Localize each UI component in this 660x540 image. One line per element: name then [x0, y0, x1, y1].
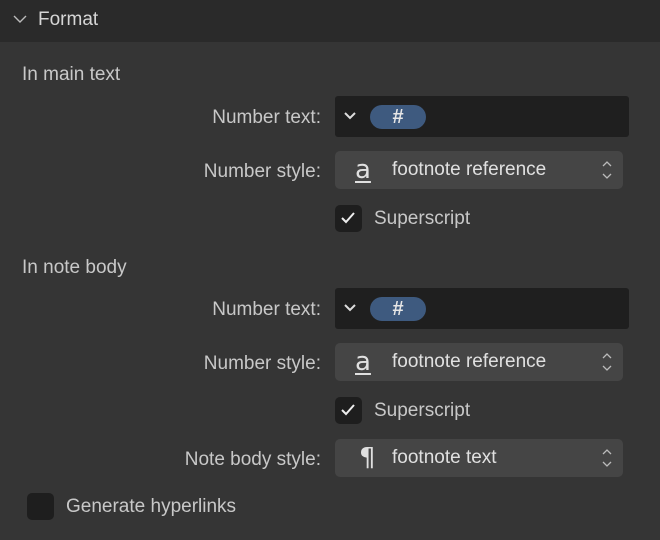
number-text-field[interactable]: # [335, 96, 629, 137]
note-number-style-label: Number style: [203, 353, 321, 374]
note-body-style-popup[interactable]: ¶ footnote text [335, 439, 623, 477]
chevron-down-icon[interactable] [343, 109, 357, 123]
checkmark-icon [341, 404, 355, 416]
main-text-heading: In main text [22, 64, 121, 85]
superscript-checkbox[interactable] [335, 205, 362, 232]
note-number-style-popup[interactable]: a footnote reference [335, 343, 623, 381]
chevron-down-icon[interactable] [13, 12, 27, 26]
number-style-label: Number style: [203, 161, 321, 182]
number-token[interactable]: # [370, 105, 426, 129]
superscript-label: Superscript [374, 208, 471, 229]
number-style-popup[interactable]: a footnote reference [335, 151, 623, 189]
generate-hyperlinks-label: Generate hyperlinks [66, 496, 237, 517]
number-style-value: footnote reference [392, 159, 547, 180]
chevron-down-icon[interactable] [343, 301, 357, 315]
note-number-text-label: Number text: [212, 299, 321, 320]
format-section-header[interactable]: Format [0, 0, 660, 42]
note-body-heading: In note body [22, 257, 127, 278]
note-number-style-value: footnote reference [392, 351, 547, 372]
checkmark-icon [341, 212, 355, 224]
note-body-style-label: Note body style: [184, 449, 321, 470]
character-style-icon: a [355, 155, 371, 185]
stepper-arrows-icon [602, 449, 612, 467]
stepper-arrows-icon [602, 161, 612, 179]
character-style-icon: a [355, 347, 371, 377]
note-superscript-label: Superscript [374, 400, 471, 421]
paragraph-style-icon: ¶ [359, 443, 376, 473]
note-body-style-value: footnote text [392, 447, 497, 468]
note-superscript-checkbox[interactable] [335, 397, 362, 424]
number-text-label: Number text: [212, 107, 321, 128]
stepper-arrows-icon [602, 353, 612, 371]
section-title: Format [38, 9, 99, 30]
note-number-text-field[interactable]: # [335, 288, 629, 329]
generate-hyperlinks-checkbox[interactable] [27, 493, 54, 520]
number-token[interactable]: # [370, 297, 426, 321]
